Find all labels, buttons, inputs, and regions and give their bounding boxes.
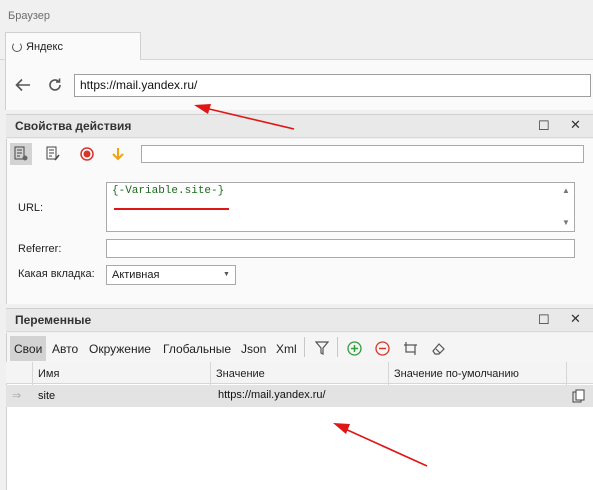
annotation-arrows (194, 104, 428, 467)
annotation-arrow-url (194, 104, 295, 130)
annotation-arrow-value (333, 423, 428, 467)
